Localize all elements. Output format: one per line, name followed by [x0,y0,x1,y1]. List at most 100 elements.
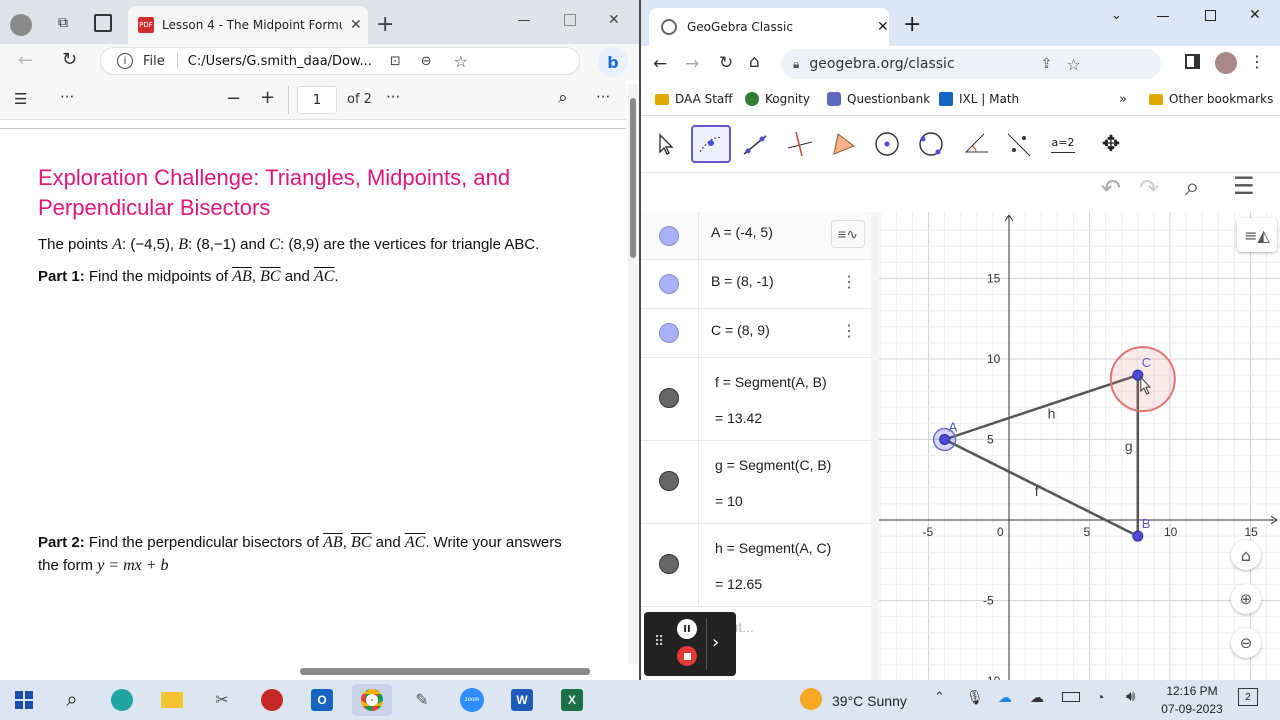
minimize-icon[interactable] [518,20,530,21]
algebra-text[interactable]: A = (-4, 5) [711,224,773,240]
bookmark-item[interactable]: Kognity [745,92,810,106]
profile-avatar[interactable] [1215,52,1237,74]
drag-handle-icon[interactable]: ⠿ [654,634,664,650]
zoom-in-icon[interactable]: ⊕ [1231,584,1261,614]
zoom-out-icon[interactable]: ⊖ [1231,628,1261,658]
volume-icon[interactable]: 🔊︎ [1126,688,1135,705]
algebra-text[interactable]: B = (8, -1) [711,273,774,289]
chrome-menu-icon[interactable]: ⋮ [1249,52,1265,71]
pdf-search-icon[interactable]: ⌕ [558,88,568,108]
file-explorer-icon[interactable] [152,684,192,716]
clock-time[interactable]: 12:16 PM [1162,684,1222,698]
visibility-toggle[interactable] [659,554,679,574]
graphics-view[interactable]: -505101515105-5-10hgfABC ≡◭ ⌂ ⊕ ⊖ [879,212,1280,680]
maximize-icon[interactable] [1205,10,1216,21]
algebra-row-h[interactable]: h = Segment(A, C) = 12.65 [641,524,871,607]
algebra-row-g[interactable]: g = Segment(C, B) = 10 [641,441,871,524]
pdf-scrollbar[interactable] [628,84,638,664]
pdf-more-icon[interactable]: ··· [386,88,400,106]
algebra-row-b[interactable]: B = (8, -1) ⋮ [641,260,871,309]
zoom-app-icon[interactable]: zoom [452,684,492,716]
stop-icon[interactable] [677,646,697,666]
address-bar[interactable]: 🔒︎ geogebra.org/classic ⇪ ☆ [781,49,1161,79]
zoom-out-icon[interactable]: − [226,88,241,109]
main-menu-icon[interactable]: ☰ [1233,172,1255,200]
tab-search-icon[interactable]: ⌄ [1111,8,1122,23]
move-tool-icon[interactable] [645,125,685,163]
tab-actions-icon[interactable] [94,14,112,32]
back-icon[interactable]: ← [18,50,33,71]
bookmark-item[interactable]: DAA Staff [655,92,733,106]
search-icon[interactable]: ⌕ [52,684,92,716]
windows-start-icon[interactable] [4,684,44,716]
battery-icon[interactable] [1062,692,1080,702]
pdf-more-left-icon[interactable]: ··· [60,88,74,106]
graphics-style-icon[interactable]: ≡◭ [1237,218,1277,252]
wifi-icon[interactable]: ◔ [1096,689,1104,705]
algebra-text[interactable]: f = Segment(A, B) [715,374,855,390]
more-options-icon[interactable]: ⋮ [841,321,857,341]
refresh-icon[interactable]: ↻ [719,53,733,73]
perpendicular-tool-icon[interactable] [779,125,819,163]
more-options-icon[interactable]: ⋮ [841,272,857,292]
snipping-tool-icon[interactable]: ✂ [202,684,242,716]
more-bookmarks-icon[interactable]: » [1119,92,1127,107]
app-red-icon[interactable] [252,684,292,716]
share-icon[interactable]: ⇪ [1041,56,1053,72]
view-splitter[interactable] [871,212,879,680]
edge-taskbar-icon[interactable] [102,684,142,716]
visibility-toggle[interactable] [659,388,679,408]
algebra-settings-icon[interactable]: ≡∿ [831,220,865,248]
pdf-settings-icon[interactable]: ··· [596,88,610,106]
refresh-icon[interactable]: ↻ [62,49,77,70]
weather-text[interactable]: 39°C Sunny [832,693,907,709]
algebra-text[interactable]: g = Segment(C, B) [715,457,855,473]
word-icon[interactable]: W [502,684,542,716]
tab-geogebra[interactable]: GeoGebra Classic ✕ [649,8,889,46]
algebra-text[interactable]: h = Segment(A, C) [715,540,855,556]
paint-icon[interactable]: ✎ [402,684,442,716]
algebra-text[interactable]: C = (8, 9) [711,322,770,338]
info-icon[interactable]: i [117,53,133,69]
lock-icon[interactable]: 🔒︎ [793,57,799,72]
algebra-row-f[interactable]: f = Segment(A, B) = 13.42 [641,358,871,441]
side-panel-icon[interactable] [1185,54,1200,69]
new-tab-icon[interactable]: + [903,12,921,37]
notifications-icon[interactable]: 2 [1238,688,1258,706]
tab-lesson-4[interactable]: PDF Lesson 4 - The Midpoint Formula ✕ [128,6,368,44]
bookmark-item[interactable]: Questionbank [827,92,930,106]
redo-icon[interactable]: ↷ [1139,174,1159,202]
close-tab-icon[interactable]: ✕ [877,19,889,35]
pause-icon[interactable]: II [677,619,697,639]
other-bookmarks[interactable]: Other bookmarks [1149,92,1273,106]
microphone-icon[interactable]: 🎙︎ [966,689,984,706]
onedrive-icon[interactable]: ☁ [998,689,1012,706]
visibility-toggle[interactable] [659,226,679,246]
address-bar[interactable]: i File C:/Users/G.smith_daa/Dow... ⊡ ⊖ ☆ [100,47,580,75]
reflect-tool-icon[interactable] [999,125,1039,163]
polygon-tool-icon[interactable] [823,125,863,163]
point-tool-icon[interactable] [691,125,731,163]
weather-sun-icon[interactable] [800,688,822,710]
horizontal-scroll-thumb[interactable] [300,668,590,675]
home-icon[interactable]: ⌂ [749,52,760,72]
search-icon[interactable]: ⌕ [1185,172,1200,203]
visibility-toggle[interactable] [659,274,679,294]
outlook-icon[interactable]: O [302,684,342,716]
profile-icon[interactable] [10,14,32,36]
close-window-icon[interactable]: ✕ [1249,7,1261,23]
contents-icon[interactable]: ☰ [14,90,27,108]
clock-date[interactable]: 07-09-2023 [1156,702,1228,716]
page-number-input[interactable]: 1 [297,86,337,114]
graph-canvas[interactable]: -505101515105-5-10hgfABC [879,212,1280,680]
tray-overflow-icon[interactable]: ⌃ [934,689,945,705]
workspaces-icon[interactable]: ⧉ [54,14,72,32]
angle-tool-icon[interactable] [955,125,995,163]
close-tab-icon[interactable]: ✕ [350,17,362,33]
algebra-row-c[interactable]: C = (8, 9) ⋮ [641,309,871,358]
line-tool-icon[interactable] [735,125,775,163]
scroll-thumb[interactable] [630,98,636,258]
visibility-toggle[interactable] [659,323,679,343]
chrome-taskbar-icon[interactable] [352,684,392,716]
app-available-icon[interactable]: ⊡ [390,54,401,69]
